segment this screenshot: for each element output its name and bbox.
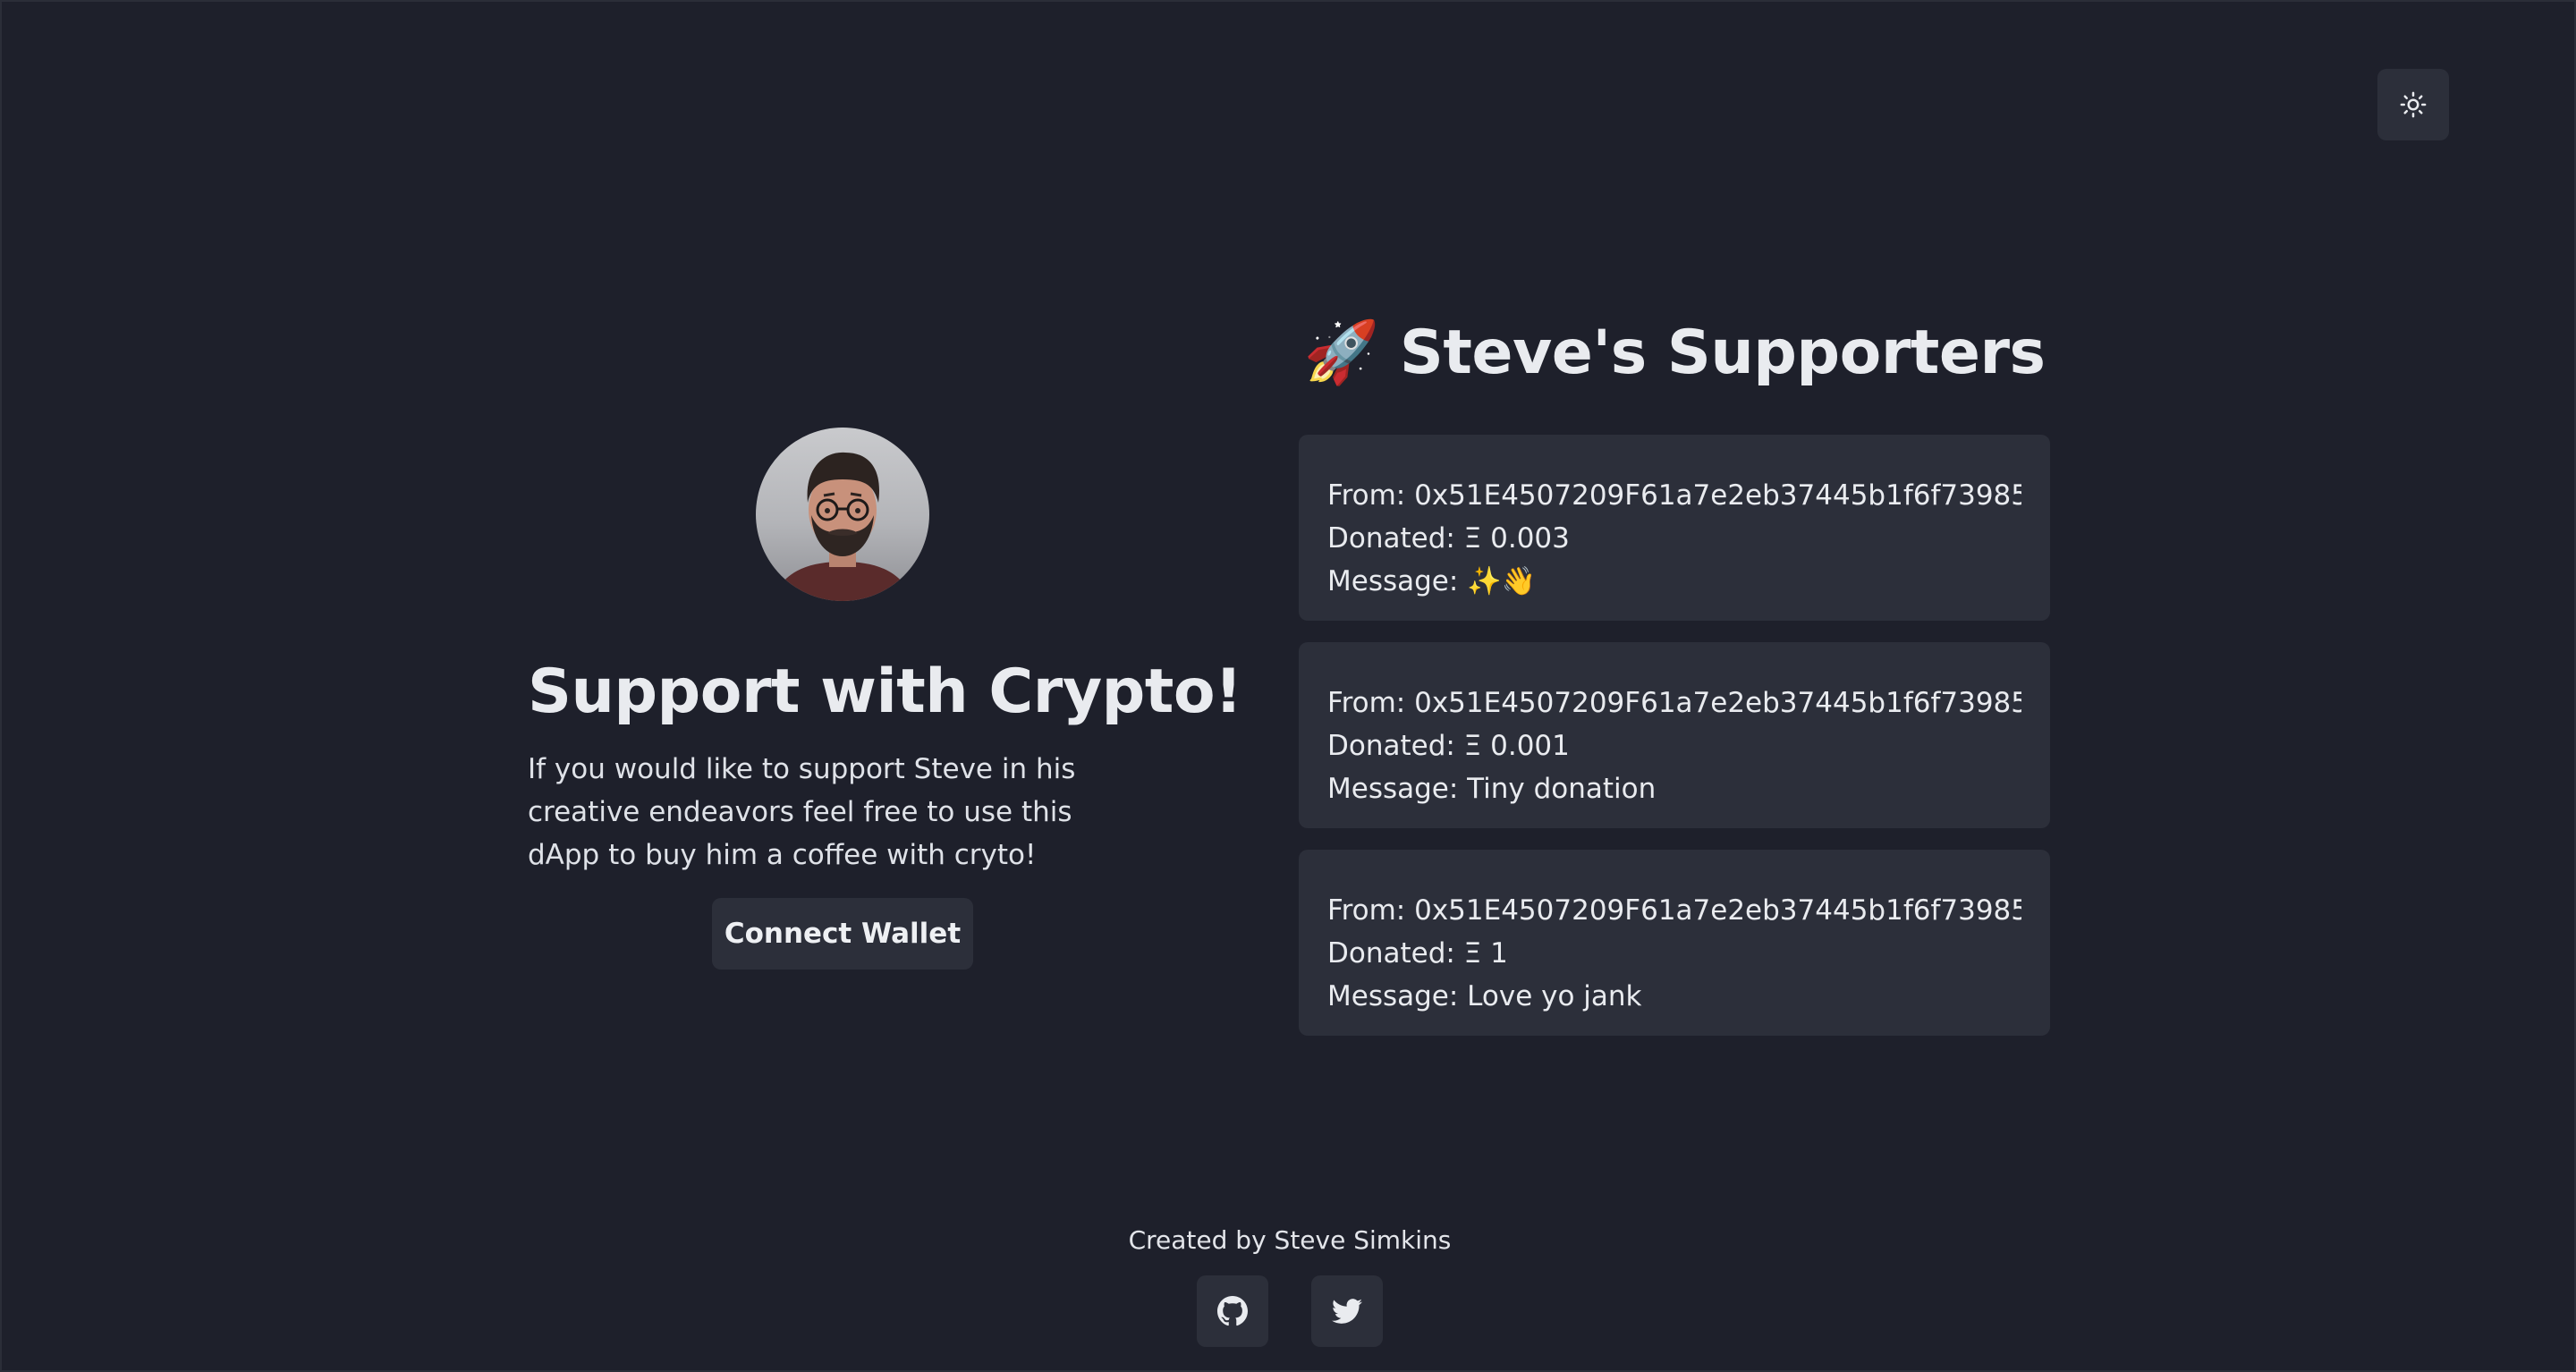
supporter-donated: Donated: Ξ 0.003 — [1327, 522, 1570, 555]
supporter-donated: Donated: Ξ 1 — [1327, 937, 1508, 970]
theme-toggle-button[interactable] — [2377, 69, 2449, 140]
supporter-message: Message: Tiny donation — [1327, 773, 1657, 805]
footer-credit: Created by Steve Simkins — [1128, 1225, 1452, 1255]
avatar-image — [756, 428, 929, 601]
twitter-icon — [1332, 1299, 1362, 1324]
supporter-card: From: 0x51E4507209F61a7e2eb37445b1f6f739… — [1299, 850, 2050, 1036]
rocket-icon: 🚀 — [1303, 318, 1380, 388]
page-title: Support with Crypto! — [528, 656, 1242, 727]
supporter-message: Message: ✨👋 — [1327, 565, 1537, 597]
supporter-donated: Donated: Ξ 0.001 — [1327, 730, 1570, 762]
supporters-title-text: Steve's Supporters — [1399, 318, 2046, 388]
connect-wallet-button[interactable]: Connect Wallet — [712, 898, 973, 970]
supporter-from: From: 0x51E4507209F61a7e2eb37445b1f6f739… — [1327, 479, 2021, 512]
supporter-message: Message: Love yo jank — [1327, 980, 1642, 1012]
twitter-button[interactable] — [1311, 1275, 1383, 1347]
sun-icon — [2400, 91, 2427, 118]
supporter-from: From: 0x51E4507209F61a7e2eb37445b1f6f739… — [1327, 894, 2021, 927]
github-button[interactable] — [1197, 1275, 1268, 1347]
supporters-title: 🚀 Steve's Supporters — [1299, 317, 2050, 388]
supporter-card: From: 0x51E4507209F61a7e2eb37445b1f6f739… — [1299, 435, 2050, 621]
supporter-from: From: 0x51E4507209F61a7e2eb37445b1f6f739… — [1327, 687, 2021, 719]
avatar — [756, 428, 929, 601]
support-description: If you would like to support Steve in hi… — [528, 753, 1076, 871]
github-icon — [1217, 1296, 1248, 1326]
supporter-card: From: 0x51E4507209F61a7e2eb37445b1f6f739… — [1299, 642, 2050, 828]
